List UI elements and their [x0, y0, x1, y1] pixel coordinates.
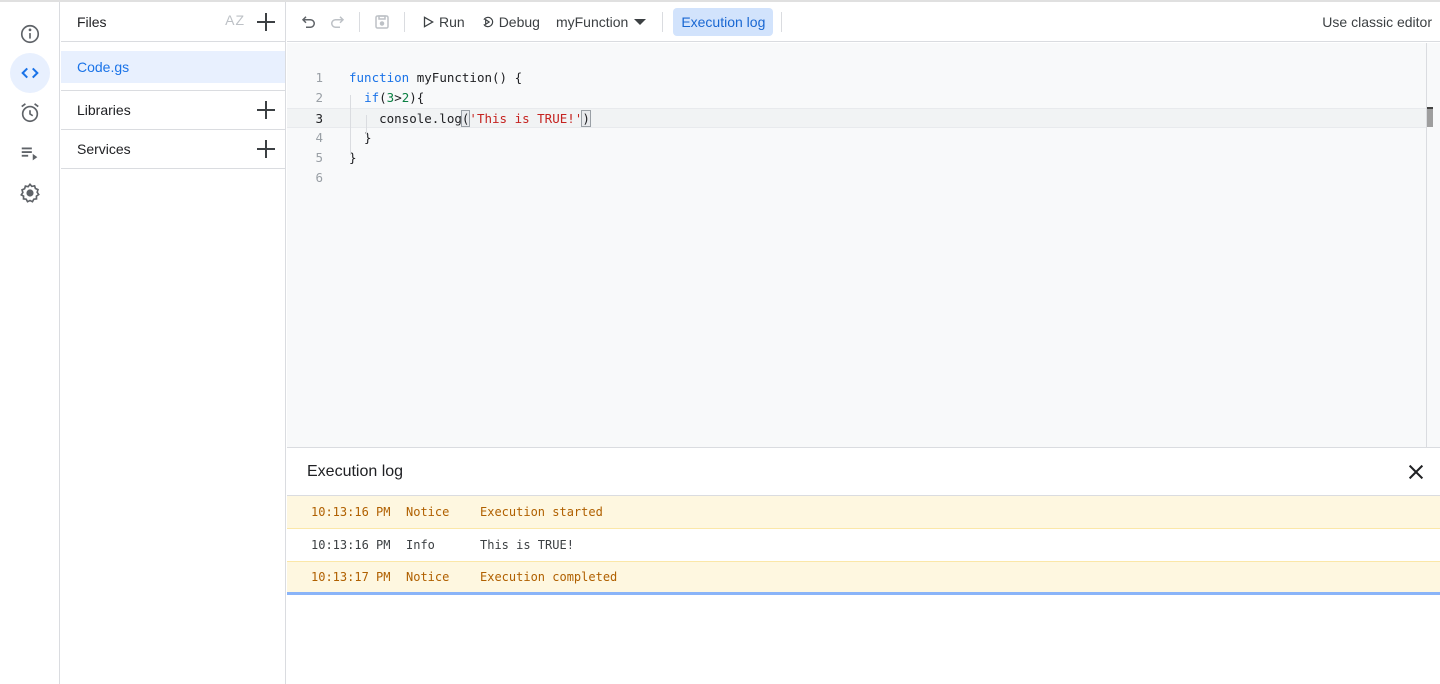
redo-icon: [331, 15, 345, 28]
line-number: 3: [315, 111, 323, 126]
sort-az-icon[interactable]: AZ: [225, 12, 245, 28]
add-file-icon[interactable]: [255, 11, 277, 33]
debug-icon: [483, 16, 493, 27]
execution-log-toggle[interactable]: Execution log: [673, 7, 774, 36]
files-title: Files: [77, 13, 107, 30]
close-icon[interactable]: [1406, 462, 1426, 482]
code-token: myFunction() {: [409, 70, 523, 85]
toolbar-divider: [404, 11, 405, 32]
log-row: 10:13:17 PM Notice Execution completed: [287, 562, 1440, 595]
line-number: 4: [315, 130, 323, 145]
undo-button[interactable]: [295, 8, 323, 36]
left-rail: [0, 2, 60, 684]
code-token: (: [379, 90, 387, 105]
log-row: 10:13:16 PM Info This is TRUE!: [287, 529, 1440, 562]
log-message: Execution started: [480, 505, 603, 519]
log-type: Info: [406, 538, 435, 552]
line-number: 1: [315, 70, 323, 85]
log-type: Notice: [406, 570, 450, 584]
run-button[interactable]: Run: [413, 8, 473, 36]
code-line[interactable]: 6: [287, 168, 1426, 188]
code-line[interactable]: 5}: [287, 148, 1426, 168]
function-select-value: myFunction: [555, 13, 629, 30]
log-type: Notice: [406, 505, 450, 519]
code-token: function: [349, 70, 410, 85]
play-icon: [423, 15, 434, 28]
save-button[interactable]: [368, 8, 396, 36]
services-section[interactable]: Services: [61, 130, 285, 169]
code-line[interactable]: 1 function myFunction() {: [287, 68, 1426, 88]
log-time: 10:13:17 PM: [311, 570, 391, 584]
code-token: if: [364, 90, 380, 105]
code-text: console.log('This is TRUE!'): [349, 109, 591, 129]
line-number: 6: [315, 170, 323, 185]
apps-script-editor: Files AZ Code.gs Libraries Services Run …: [0, 0, 1440, 684]
libraries-section[interactable]: Libraries: [61, 91, 285, 130]
code-editor[interactable]: 1 function myFunction() {2 if(3>2){3 cons…: [287, 43, 1440, 447]
log-message: Execution completed: [480, 570, 618, 584]
executions-icon: [21, 147, 38, 161]
log-rows: 10:13:16 PM Notice Execution started 10:13:…: [287, 496, 1440, 595]
code-text: if(3>2){: [349, 88, 424, 108]
function-select[interactable]: myFunction: [548, 8, 654, 36]
execution-log-title: Execution log: [307, 462, 404, 480]
rail-executions-button[interactable]: [10, 133, 50, 173]
rail-settings-button[interactable]: [10, 173, 50, 213]
line-number: 5: [315, 150, 323, 165]
debug-button[interactable]: Debug: [473, 8, 548, 36]
indent-guide: [350, 95, 351, 155]
log-time: 10:13:16 PM: [311, 538, 391, 552]
services-title: Services: [77, 141, 131, 157]
undo-icon: [301, 15, 315, 28]
libraries-title: Libraries: [77, 102, 131, 118]
code-line[interactable]: 4 }: [287, 128, 1426, 148]
scrollbar-cursor-marker[interactable]: [1427, 107, 1433, 127]
code-line[interactable]: 2 if(3>2){: [287, 88, 1426, 108]
execution-log-panel: Execution log 10:13:16 PM Notice Execution…: [287, 447, 1440, 684]
log-time: 10:13:16 PM: [311, 505, 391, 519]
caret-down-icon: [634, 18, 647, 25]
execution-log-header: Execution log: [287, 448, 1440, 496]
rail-triggers-button[interactable]: [10, 93, 50, 133]
code-text: }: [349, 128, 372, 148]
files-panel: Files AZ Code.gs Libraries Services: [61, 2, 286, 684]
toolbar-divider: [359, 11, 360, 32]
code-text: function myFunction() {: [349, 68, 522, 88]
editor-scrollbar[interactable]: [1426, 43, 1440, 447]
code-token: >: [394, 90, 402, 105]
code-token: }: [349, 130, 372, 145]
code-icon: [21, 67, 39, 79]
save-icon: [375, 14, 389, 29]
run-label: Run: [439, 13, 465, 30]
rail-overview-button[interactable]: [10, 14, 50, 54]
use-classic-editor-link[interactable]: Use classic editor: [1322, 14, 1432, 30]
code-token: 'This is TRUE!': [469, 111, 583, 126]
log-row: 10:13:16 PM Notice Execution started: [287, 496, 1440, 529]
code-token: ){: [409, 90, 425, 105]
add-library-icon[interactable]: [255, 99, 277, 121]
toolbar-divider: [781, 11, 783, 32]
redo-button[interactable]: [323, 8, 351, 36]
editor-toolbar: Run Debug myFunction Execution log Use c…: [287, 2, 1440, 42]
alarm-clock-icon: [21, 103, 39, 123]
file-item-code-gs[interactable]: Code.gs: [61, 51, 285, 83]
files-divider: [61, 83, 285, 91]
line-number: 2: [315, 90, 323, 105]
gear-icon: [20, 182, 40, 203]
files-header: Files AZ: [61, 2, 285, 42]
info-icon: [20, 24, 40, 44]
log-message: This is TRUE!: [480, 538, 574, 552]
debug-label: Debug: [498, 13, 540, 30]
add-service-icon[interactable]: [255, 138, 277, 160]
code-token: ): [581, 110, 591, 127]
indent-guide: [366, 115, 367, 135]
code-line[interactable]: 3 console.log('This is TRUE!'): [287, 108, 1426, 128]
rail-editor-button[interactable]: [10, 53, 50, 93]
toolbar-divider: [662, 11, 664, 32]
